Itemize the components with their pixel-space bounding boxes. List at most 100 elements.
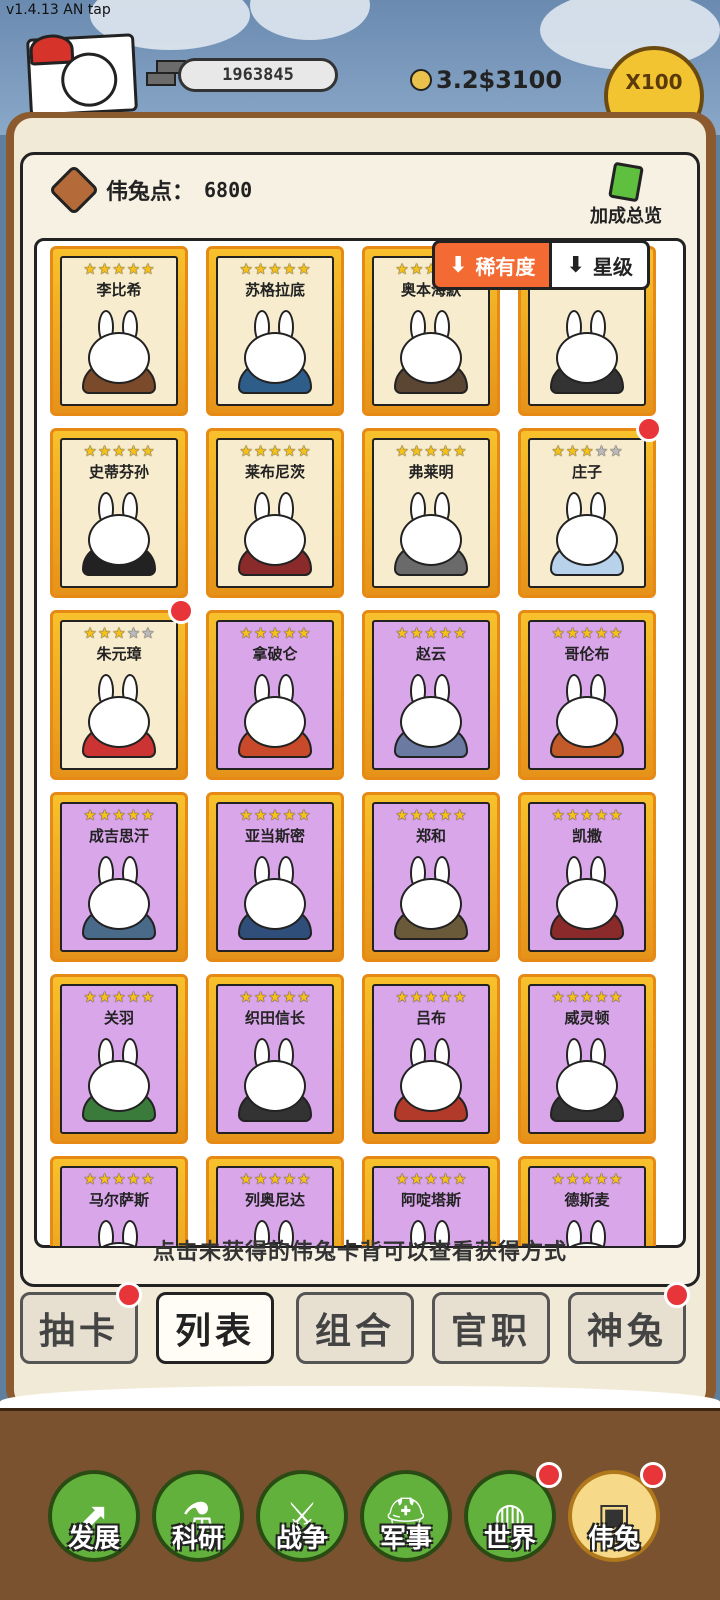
rabbit-card[interactable]: ★ ★ ★ ★ ★ 织田信长 xyxy=(206,974,344,1144)
rabbit-portrait xyxy=(544,310,630,394)
rabbit-portrait xyxy=(544,856,630,940)
star-icon: ★ xyxy=(609,624,623,642)
star-icon: ★ xyxy=(126,260,141,278)
rabbit-card[interactable]: ★ ★ ★ ★ ★ 成吉思汗 xyxy=(50,792,188,962)
star-icon: ★ xyxy=(268,260,282,278)
nav-label: 军事 xyxy=(379,1524,432,1554)
star-icon: ★ xyxy=(297,442,311,460)
rabbit-card-name: 成吉思汗 xyxy=(88,827,149,845)
rabbit-card-name: 赵云 xyxy=(415,645,446,663)
rabbit-card[interactable]: ★ ★ ★ ★ ★ 莱布尼茨 xyxy=(206,428,344,598)
rabbit-portrait xyxy=(76,856,162,940)
star-icon: ★ xyxy=(395,442,409,460)
star-icon: ★ xyxy=(551,624,565,642)
rabbit-card[interactable]: ★ ★ ★ ★ ★ 史蒂芬孙 xyxy=(50,428,188,598)
star-icon: ★ xyxy=(453,1170,467,1188)
rabbit-card[interactable]: ★ ★ ★ ★ ★ 德斯麦 xyxy=(518,1156,656,1246)
rabbit-card[interactable]: ★ ★ ★ ★ ★ 列奥尼达 xyxy=(206,1156,344,1246)
rabbit-card-name: 德斯麦 xyxy=(564,1191,610,1209)
star-icon: ★ xyxy=(83,442,97,460)
tab-3[interactable]: 官职 xyxy=(432,1292,550,1364)
star-icon: ★ xyxy=(239,260,253,278)
rabbit-card[interactable]: ★ ★ ★ ★ ★ 关羽 xyxy=(50,974,188,1144)
star-icon: ★ xyxy=(97,1170,112,1188)
rabbit-card-face: ★ ★ ★ ★ ★ 吕布 xyxy=(372,984,490,1134)
rabbit-card[interactable]: ★ ★ ★ ★ ★ 威灵顿 xyxy=(518,974,656,1144)
star-icon: ★ xyxy=(438,624,453,642)
star-icon: ★ xyxy=(565,988,580,1006)
rabbit-card-name: 织田信长 xyxy=(244,1009,305,1027)
sort-by-rarity-button[interactable]: ⬇ 稀有度 xyxy=(432,240,553,290)
rabbit-card-face: ★ ★ ★ ★ ★ 朱元璋 xyxy=(60,620,178,770)
bonus-overview-button[interactable]: 加成总览 xyxy=(578,161,674,227)
star-icon: ★ xyxy=(268,1170,282,1188)
rabbit-card[interactable]: ★ ★ ★ ★ ★ 郑和 xyxy=(362,792,500,962)
rabbit-card-face: ★ ★ ★ ★ ★ 苏格拉底 xyxy=(216,256,334,406)
star-rating: ★★★★★ xyxy=(62,806,176,824)
rabbit-head xyxy=(556,696,618,748)
rabbit-card-face: ★ ★ ★ ★ ★ 哥伦布 xyxy=(528,620,646,770)
coins-value: 3.2$3100 xyxy=(436,66,563,94)
tab-1[interactable]: 列表 xyxy=(156,1292,274,1364)
rabbit-card[interactable]: ★ ★ ★ ★ ★ 哥伦布 xyxy=(518,610,656,780)
rabbit-head xyxy=(88,878,150,930)
rabbit-card[interactable]: ★ ★ ★ ★ ★ 赵云 xyxy=(362,610,500,780)
rabbit-card[interactable]: ★ ★ ★ ★ ★ 阿啶塔斯 xyxy=(362,1156,500,1246)
money-counter: 1963845 xyxy=(178,58,338,92)
rabbit-head xyxy=(244,1060,306,1112)
rabbit-card-name: 庄子 xyxy=(571,463,602,481)
rabbit-head xyxy=(244,514,306,566)
rabbit-card[interactable]: ★ ★ ★ ★ ★ 亚当斯密 xyxy=(206,792,344,962)
tab-2[interactable]: 组合 xyxy=(296,1292,414,1364)
star-icon: ★ xyxy=(297,988,311,1006)
star-icon: ★ xyxy=(395,806,409,824)
star-icon: ★ xyxy=(594,442,609,460)
star-icon: ★ xyxy=(112,1170,126,1188)
rabbit-card[interactable]: ★ ★ ★ ★ ★ 李比希 xyxy=(50,246,188,416)
rabbit-card-name: 吕布 xyxy=(415,1009,446,1027)
star-icon: ★ xyxy=(409,988,424,1006)
rabbit-card[interactable]: ★ ★ ★ ★ ★ 凯撒 xyxy=(518,792,656,962)
rabbit-portrait xyxy=(388,1038,474,1122)
star-icon: ★ xyxy=(424,442,438,460)
rabbit-head xyxy=(88,514,150,566)
rabbit-card-face: ★ ★ ★ ★ ★ 史蒂芬孙 xyxy=(60,438,178,588)
star-icon: ★ xyxy=(580,988,594,1006)
star-icon: ★ xyxy=(268,624,282,642)
rabbit-card[interactable]: ★ ★ ★ ★ ★ 朱元璋 xyxy=(50,610,188,780)
sort-by-star-button[interactable]: ⬇ 星级 xyxy=(552,240,650,290)
star-icon: ★ xyxy=(438,1170,453,1188)
star-rating: ★★★★★ xyxy=(218,442,332,460)
rabbit-card[interactable]: ★ ★ ★ ★ ★ 马尔萨斯 xyxy=(50,1156,188,1246)
rabbit-card-name: 苏格拉底 xyxy=(244,281,305,299)
star-rating: ★★★★★ xyxy=(218,988,332,1006)
rabbit-card[interactable]: ★ ★ ★ ★ ★ 吕布 xyxy=(362,974,500,1144)
star-rating: ★★★★★ xyxy=(374,1170,488,1188)
rabbit-card-name: 李比希 xyxy=(96,281,142,299)
rabbit-card-name: 莱布尼茨 xyxy=(244,463,305,481)
rabbit-card-name: 史蒂芬孙 xyxy=(88,463,149,481)
rabbit-card-name: 哥伦布 xyxy=(564,645,610,663)
star-icon: ★ xyxy=(97,988,112,1006)
star-rating: ★★★★★ xyxy=(62,624,176,642)
player-avatar[interactable] xyxy=(26,33,138,117)
star-icon: ★ xyxy=(551,806,565,824)
rabbit-points: 伟兔点： 6800 xyxy=(48,164,252,216)
star-icon: ★ xyxy=(253,1170,268,1188)
star-icon: ★ xyxy=(594,1170,609,1188)
rabbit-card[interactable]: ★ ★ ★ ★ ★ 拿破仑 xyxy=(206,610,344,780)
rabbit-card[interactable]: ★ ★ ★ ★ ★ 弗莱明 xyxy=(362,428,500,598)
star-icon: ★ xyxy=(112,260,126,278)
rabbit-card[interactable]: ★ ★ ★ ★ ★ 庄子 xyxy=(518,428,656,598)
rabbit-card-face: ★ ★ ★ ★ ★ 织田信长 xyxy=(216,984,334,1134)
document-icon xyxy=(608,161,644,203)
rabbit-card-name: 马尔萨斯 xyxy=(88,1191,149,1209)
version-label: v1.4.13 AN tap xyxy=(6,2,111,18)
star-icon: ★ xyxy=(239,624,253,642)
nav-label: 伟兔 xyxy=(587,1524,640,1554)
star-icon: ★ xyxy=(609,806,623,824)
rabbit-head xyxy=(556,332,618,384)
rabbit-card-name: 朱元璋 xyxy=(96,645,142,663)
rabbit-head xyxy=(400,514,462,566)
rabbit-card[interactable]: ★ ★ ★ ★ ★ 苏格拉底 xyxy=(206,246,344,416)
